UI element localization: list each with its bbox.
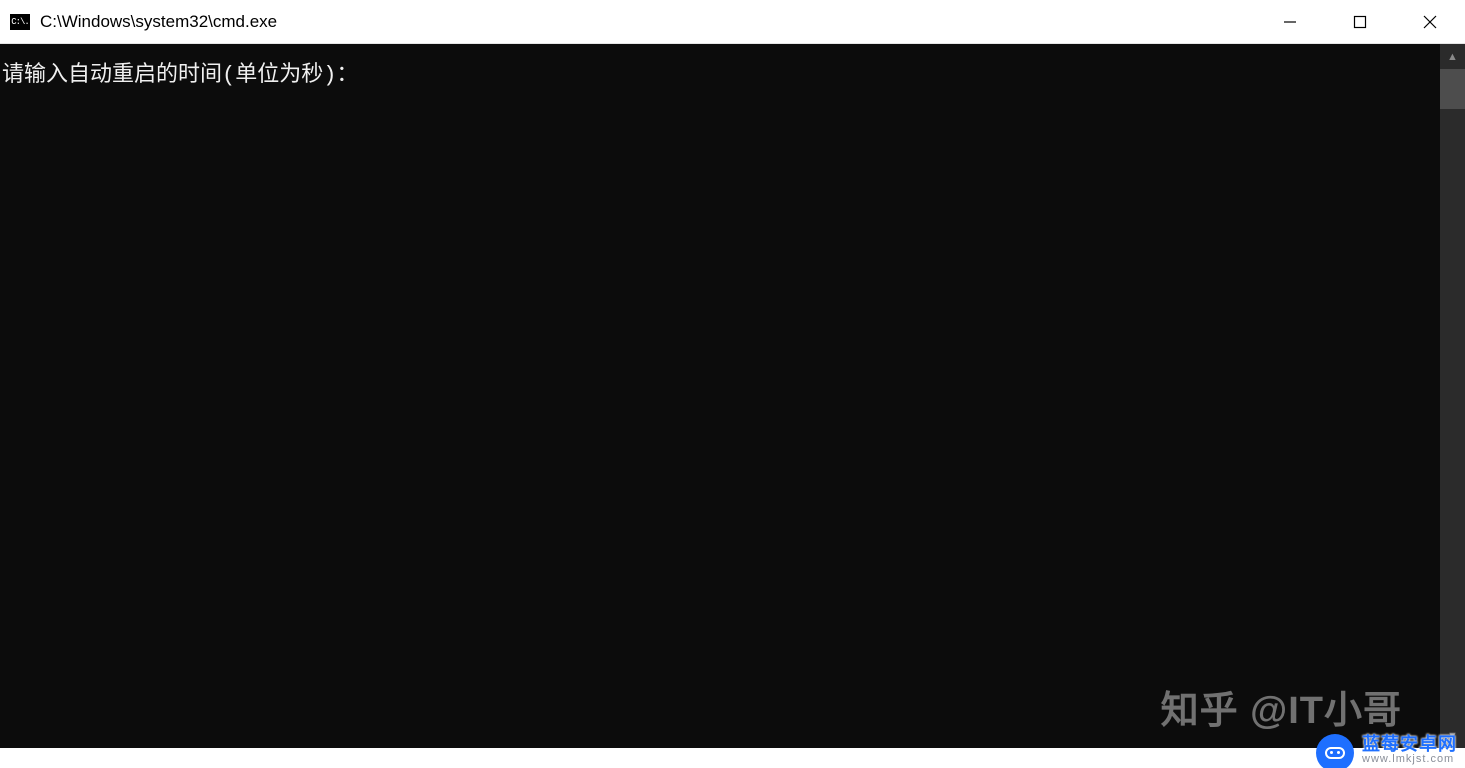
window-titlebar[interactable]: C:\. C:\Windows\system32\cmd.exe — [0, 0, 1465, 44]
site-logo-icon — [1316, 734, 1354, 768]
zhihu-watermark: 知乎 @IT小哥 — [1161, 681, 1402, 742]
scrollbar-thumb[interactable] — [1440, 69, 1465, 109]
maximize-icon — [1353, 15, 1367, 29]
close-button[interactable] — [1395, 0, 1465, 43]
scroll-up-arrow-icon[interactable]: ▲ — [1440, 44, 1465, 69]
window-controls — [1255, 0, 1465, 43]
site-url: www.lmkjst.com — [1362, 754, 1454, 766]
cmd-app-icon: C:\. — [10, 14, 30, 30]
maximize-button[interactable] — [1325, 0, 1395, 43]
minimize-icon — [1283, 15, 1297, 29]
page-bottom-strip: 蓝莓安卓网 www.lmkjst.com — [0, 748, 1465, 768]
site-watermark-badge: 蓝莓安卓网 www.lmkjst.com — [1316, 734, 1457, 766]
vertical-scrollbar[interactable]: ▲ ▼ — [1440, 44, 1465, 748]
minimize-button[interactable] — [1255, 0, 1325, 43]
site-name: 蓝莓安卓网 — [1362, 735, 1457, 754]
site-watermark-text: 蓝莓安卓网 www.lmkjst.com — [1362, 735, 1457, 765]
close-icon — [1423, 15, 1437, 29]
cmd-app-icon-text: C:\. — [11, 17, 29, 27]
terminal-prompt-line: 请输入自动重启的时间(单位为秒)： — [2, 63, 358, 88]
window-title: C:\Windows\system32\cmd.exe — [40, 12, 277, 32]
terminal-area: 请输入自动重启的时间(单位为秒)： 知乎 @IT小哥 ▲ ▼ — [0, 44, 1465, 748]
terminal-output[interactable]: 请输入自动重启的时间(单位为秒)： 知乎 @IT小哥 — [0, 44, 1440, 748]
